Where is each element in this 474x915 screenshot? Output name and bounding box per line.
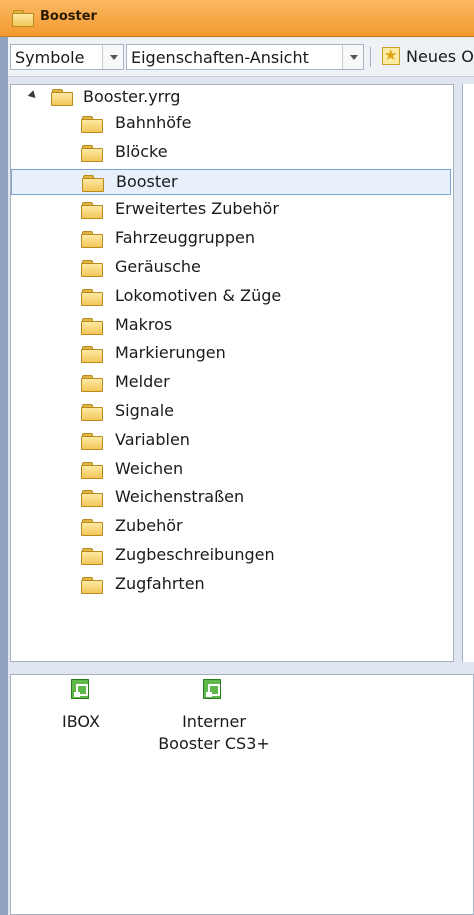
side-panel-edge [462, 84, 474, 662]
folder-icon [81, 490, 103, 508]
tree-item-label: Markierungen [115, 343, 226, 363]
tree-item[interactable]: Blöcke [11, 140, 451, 166]
toolbar-separator [370, 47, 371, 67]
tree-item-label: Blöcke [115, 141, 168, 161]
tree-item-label: Signale [115, 401, 174, 420]
tree-view[interactable]: Booster.yrrg Bahnhöfe Blöcke Booster Erweit… [10, 84, 454, 662]
folder-icon [81, 432, 103, 450]
device-label: Interner Booster CS3+ [158, 712, 270, 753]
tree-root-label: Booster.yrrg [83, 87, 181, 106]
tree-item[interactable]: Makros [11, 313, 451, 339]
folder-icon [81, 404, 103, 421]
toolbar: Symbole Eigenschaften-Ansicht Neues O [8, 38, 474, 77]
mode-combo[interactable]: Eigenschaften-Ansicht [126, 44, 364, 70]
tree-item-label: Melder [115, 372, 170, 392]
tree-item[interactable]: Weichenstraßen [11, 485, 451, 511]
device-panel: IBOX Interner Booster CS3+ [10, 674, 474, 915]
window-left-border [0, 0, 8, 915]
folder-icon [81, 346, 103, 364]
folder-icon [81, 116, 103, 133]
booster-device-icon [71, 679, 89, 699]
tree-item-label: Bahnhöfe [115, 113, 192, 132]
tree-item-label: Weichen [115, 458, 184, 478]
tree-item[interactable]: Zugbeschreibungen [11, 543, 451, 569]
tree-item[interactable]: Zugfahrten [11, 572, 451, 598]
tree-item-label: Zubehör [115, 516, 183, 536]
folder-icon [81, 548, 103, 565]
device-label: IBOX [62, 712, 100, 731]
folder-icon [81, 461, 103, 479]
tree-item-label: Zugbeschreibungen [115, 545, 275, 564]
tree-item-label: Makros [115, 314, 173, 334]
folder-icon [81, 375, 103, 393]
booster-device-icon [203, 679, 221, 699]
folder-icon [81, 260, 103, 277]
window-title: Booster [40, 9, 97, 24]
tree-item[interactable]: Variablen [11, 428, 451, 454]
tree-item[interactable]: Bahnhöfe [11, 111, 451, 137]
expand-icon[interactable] [27, 90, 39, 101]
star-icon [382, 46, 400, 65]
mode-combo-value: Eigenschaften-Ansicht [131, 48, 309, 67]
folder-icon [82, 174, 104, 192]
tree-item-label: Variablen [115, 429, 190, 449]
folder-icon [81, 519, 103, 537]
tree-item[interactable]: Markierungen [11, 341, 451, 367]
view-combo[interactable]: Symbole [10, 44, 124, 70]
folder-icon [51, 89, 73, 106]
tree-item[interactable]: Geräusche [11, 255, 451, 281]
chevron-down-icon[interactable] [342, 45, 363, 69]
new-object-label: Neues O [406, 47, 474, 66]
tree-item[interactable]: Weichen [11, 457, 451, 483]
device-item[interactable]: IBOX [41, 679, 121, 749]
tree-item[interactable]: Lokomotiven & Züge [11, 284, 451, 310]
view-combo-value: Symbole [15, 48, 85, 67]
tree-item[interactable]: Erweitertes Zubehör [11, 197, 451, 223]
tree-item[interactable]: Fahrzeuggruppen [11, 226, 451, 252]
tree-item-label: Geräusche [115, 257, 201, 276]
tree-item-label: Erweitertes Zubehör [115, 199, 279, 219]
folder-icon [81, 576, 103, 594]
tree-item-label: Booster [116, 171, 178, 191]
tree-item[interactable]: Signale [11, 399, 451, 425]
tree-root[interactable]: Booster.yrrg [11, 85, 451, 111]
tree-item-label: Weichenstraßen [115, 487, 245, 507]
folder-icon [81, 317, 103, 335]
new-object-button[interactable]: Neues O [380, 44, 474, 70]
folder-icon [81, 231, 103, 249]
folder-icon [81, 144, 103, 162]
chevron-down-icon[interactable] [102, 45, 123, 69]
splitter[interactable] [8, 664, 474, 674]
folder-icon [81, 202, 103, 220]
tree-item[interactable]: Zubehör [11, 514, 451, 540]
folder-icon [81, 288, 103, 306]
tree-item[interactable]: Booster [11, 168, 451, 195]
folder-icon [12, 10, 34, 27]
device-item[interactable]: Interner Booster CS3+ [149, 679, 279, 769]
tree-item-label: Fahrzeuggruppen [115, 228, 255, 248]
title-bar: Booster [0, 0, 474, 37]
tree-item-label: Lokomotiven & Züge [115, 285, 282, 305]
tree-item[interactable]: Melder [11, 370, 451, 396]
tree-item-label: Zugfahrten [115, 573, 205, 593]
